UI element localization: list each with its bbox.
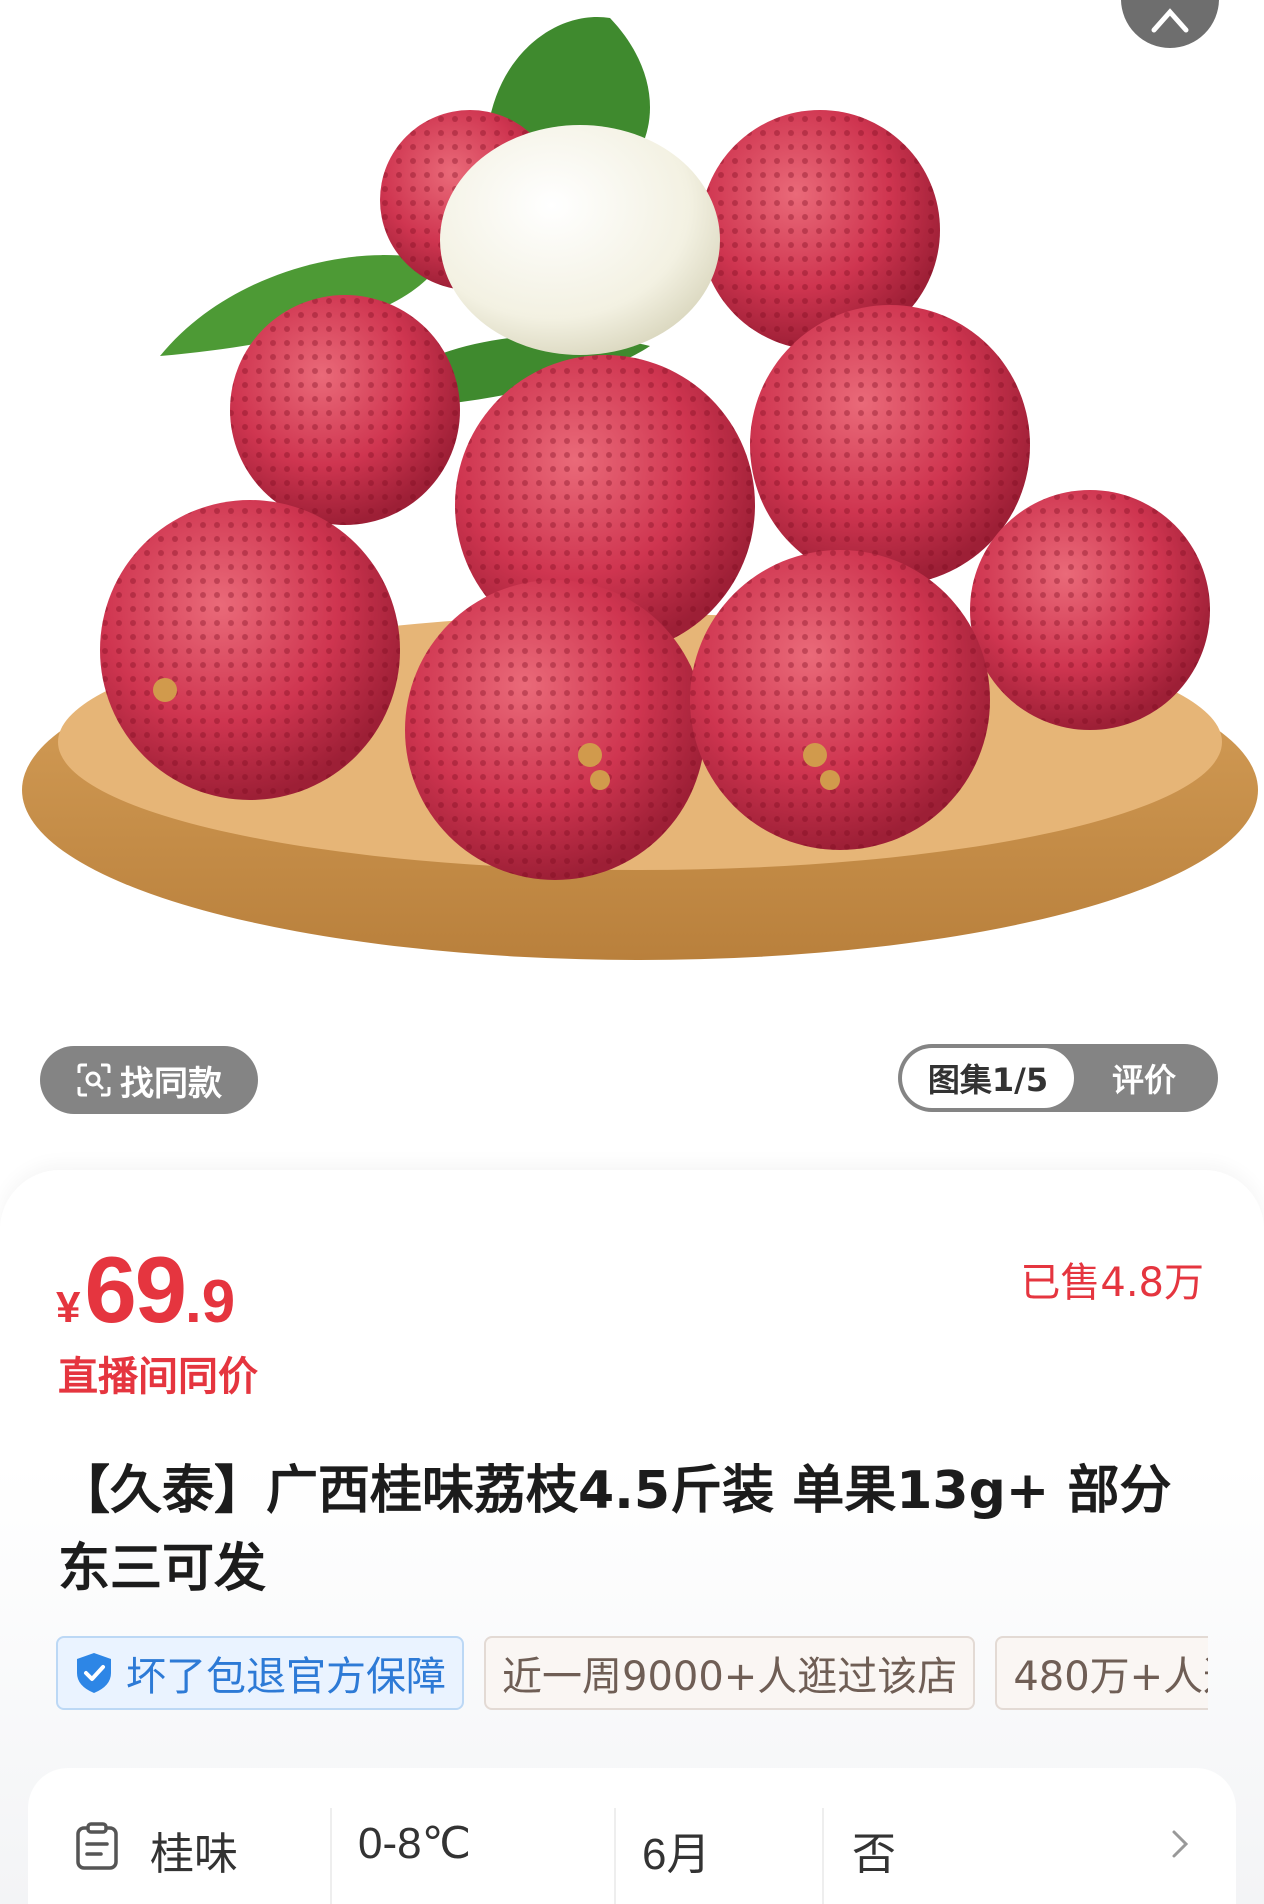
guarantee-tag[interactable]: 坏了包退官方保障 — [56, 1636, 464, 1710]
guarantee-label: 坏了包退官方保障 — [126, 1654, 446, 1700]
gallery-review-toggle: 图集1/5 评价 — [898, 1044, 1218, 1112]
price-currency: ¥ — [56, 1283, 81, 1332]
live-price-note: 直播间同价 — [58, 1354, 258, 1400]
price-integer: 69 — [84, 1237, 187, 1342]
find-same-button[interactable]: 找同款 — [40, 1046, 258, 1114]
lychee-photo — [22, 16, 1258, 960]
price: ¥ 69 .9 — [56, 1236, 235, 1344]
image-search-icon — [77, 1063, 111, 1097]
shield-check-icon — [77, 1653, 111, 1693]
spec-storage-temp: 0-8℃ — [358, 1819, 472, 1868]
reviews-tab[interactable]: 评价 — [1074, 1055, 1214, 1101]
visitors-label: 480万+人逛 — [1013, 1654, 1208, 1700]
find-same-label: 找同款 — [120, 1063, 222, 1104]
spec-month: 6月 — [642, 1830, 711, 1879]
price-decimal: .9 — [185, 1268, 236, 1335]
spec-option: 否 — [852, 1830, 896, 1879]
spec-row[interactable]: 桂味 0-8℃ 6月 否 — [0, 1818, 1264, 1879]
store-visits-tag[interactable]: 近一周9000+人逛过该店 — [484, 1636, 976, 1710]
service-tags: 坏了包退官方保障 近一周9000+人逛过该店 480万+人逛 — [56, 1636, 1208, 1712]
sold-count: 已售4.8万 — [1020, 1260, 1204, 1306]
product-image[interactable] — [0, 0, 1264, 1160]
product-title: 【久泰】广西桂味荔枝4.5斤装 单果13g+ 部分东三可发 — [58, 1461, 1172, 1599]
spec-variety: 桂味 — [150, 1830, 238, 1879]
gallery-tab[interactable]: 图集1/5 — [902, 1048, 1074, 1108]
visitors-tag[interactable]: 480万+人逛 — [995, 1636, 1208, 1710]
close-icon — [1151, 8, 1189, 33]
store-visits-label: 近一周9000+人逛过该店 — [502, 1654, 958, 1700]
chevron-right-icon[interactable] — [1168, 1826, 1192, 1862]
document-list-icon — [76, 1822, 118, 1870]
